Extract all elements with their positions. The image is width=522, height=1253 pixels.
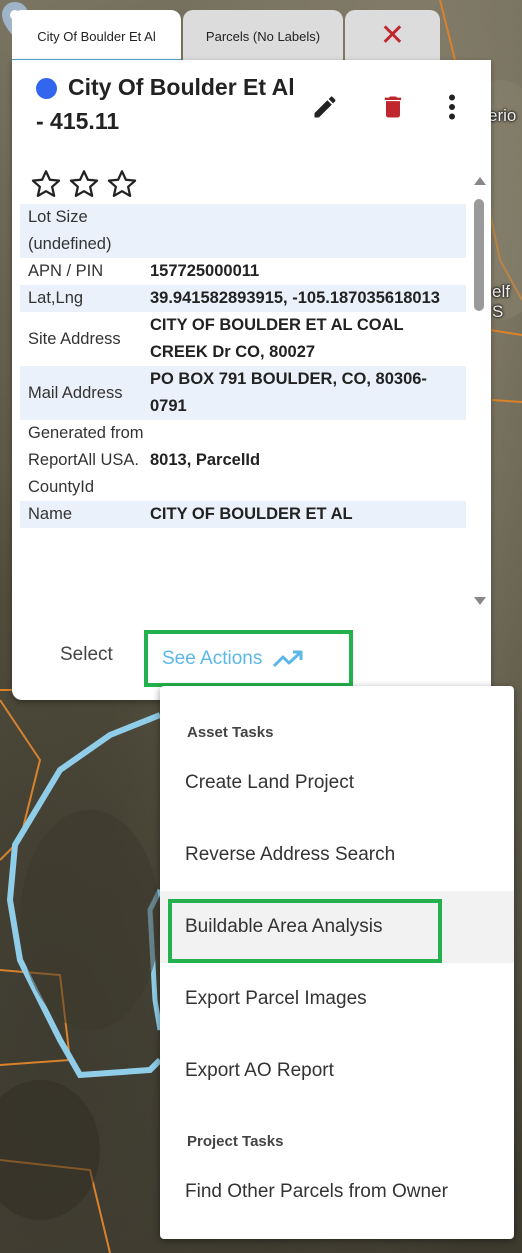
star-icon[interactable] — [68, 168, 100, 200]
close-icon: ✕ — [379, 18, 406, 53]
more-vert-icon — [449, 94, 455, 120]
menu-item-export-ao-report[interactable]: Export AO Report — [160, 1035, 514, 1107]
attribute-key: Mail Address — [20, 366, 150, 420]
tab-parcels-no-labels[interactable]: Parcels (No Labels) — [183, 10, 343, 62]
scroll-down-arrow-icon[interactable] — [474, 597, 486, 605]
see-actions-label: See Actions — [162, 647, 263, 669]
trending-up-icon — [273, 650, 303, 667]
table-row: Generated from ReportAll USA. CountyId 8… — [20, 420, 466, 501]
menu-item-export-parcel-images[interactable]: Export Parcel Images — [160, 963, 514, 1035]
panel-footer: Select See Actions — [12, 630, 491, 690]
attribute-value: 39.941582893915, -105.187035618013 — [150, 285, 466, 312]
edit-button[interactable] — [310, 90, 340, 124]
attribute-key: Generated from ReportAll USA. CountyId — [28, 424, 144, 496]
attribute-key: Lot Size (undefined) — [20, 204, 150, 258]
delete-button[interactable] — [378, 90, 408, 124]
star-rating — [20, 164, 466, 204]
trash-icon — [384, 96, 402, 118]
tab-label: City Of Boulder Et Al — [37, 28, 156, 44]
attribute-table: Lot Size (undefined) APN / PIN 157725000… — [20, 204, 466, 528]
attribute-value: CITY OF BOULDER ET AL COAL CREEK Dr CO, … — [150, 316, 404, 361]
attribute-key: Lat,Lng — [20, 285, 150, 312]
actions-menu: Asset Tasks Create Land Project Reverse … — [160, 686, 514, 1239]
map-label: elf S — [492, 282, 510, 321]
see-actions-button[interactable]: See Actions — [144, 630, 353, 687]
scroll-thumb[interactable] — [474, 199, 484, 311]
attribute-scroll-area[interactable]: Lot Size (undefined) APN / PIN 157725000… — [20, 164, 466, 610]
attribute-value: PO BOX 791 BOULDER, CO, 80306-0791 — [150, 366, 466, 420]
attribute-value: 8013, ParcelId — [150, 451, 261, 469]
menu-section-project-tasks: Project Tasks — [187, 1133, 284, 1150]
menu-item-buildable-area-analysis[interactable]: Buildable Area Analysis — [160, 891, 514, 963]
menu-item-create-land-project[interactable]: Create Land Project — [160, 747, 514, 819]
more-options-button[interactable] — [437, 90, 467, 124]
pencil-icon — [314, 96, 336, 118]
table-row: Site Address CITY OF BOULDER ET AL COAL … — [20, 312, 466, 366]
map-label: erio — [488, 106, 517, 125]
attribute-key: Site Address — [28, 329, 121, 348]
attribute-key: Name — [20, 501, 150, 528]
attribute-value: 157725000011 — [150, 262, 260, 280]
parcel-panel: City Of Boulder Et Al - 415.11 Lot Size … — [12, 60, 491, 700]
star-icon[interactable] — [30, 168, 62, 200]
table-row: Name CITY OF BOULDER ET AL — [20, 501, 466, 528]
attribute-key: APN / PIN — [28, 262, 104, 280]
panel-tabs: City Of Boulder Et Al Parcels (No Labels… — [12, 10, 440, 62]
close-tab-button[interactable]: ✕ — [345, 10, 440, 62]
panel-header: City Of Boulder Et Al - 415.11 — [12, 60, 491, 150]
menu-item-find-other-parcels-from-owner[interactable]: Find Other Parcels from Owner — [160, 1156, 514, 1228]
tab-label: Parcels (No Labels) — [205, 28, 321, 44]
attribute-value — [150, 204, 466, 258]
tab-city-of-boulder[interactable]: City Of Boulder Et Al — [12, 10, 181, 62]
menu-item-reverse-address-search[interactable]: Reverse Address Search — [160, 819, 514, 891]
attribute-value: CITY OF BOULDER ET AL — [150, 501, 466, 528]
select-button[interactable]: Select — [60, 644, 113, 666]
parcel-title: City Of Boulder Et Al - 415.11 — [36, 74, 295, 134]
table-row: Mail Address PO BOX 791 BOULDER, CO, 803… — [20, 366, 466, 420]
table-row: Lot Size (undefined) — [20, 204, 466, 258]
table-row: APN / PIN 157725000011 — [20, 258, 466, 285]
star-icon[interactable] — [106, 168, 138, 200]
scroll-up-arrow-icon[interactable] — [474, 177, 486, 185]
scrollbar[interactable] — [472, 175, 486, 605]
table-row: Lat,Lng 39.941582893915, -105.1870356180… — [20, 285, 466, 312]
menu-section-asset-tasks: Asset Tasks — [187, 724, 274, 741]
